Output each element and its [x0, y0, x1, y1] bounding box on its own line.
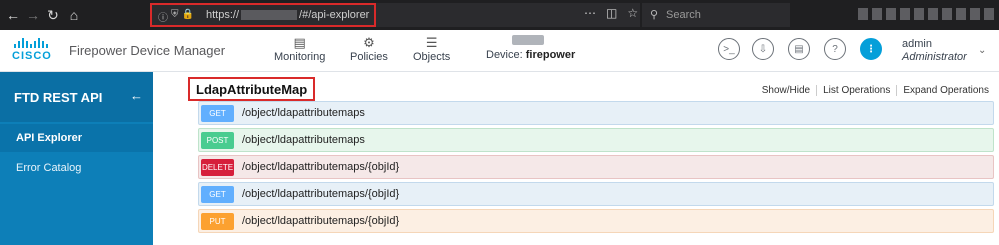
user-role: Administrator	[902, 51, 967, 63]
device-selector[interactable]: Device: firepower	[486, 35, 575, 61]
browser-toolbar: ← → ↻ ⌂ ⓘ ⛨ 🔒 https:///#/api-explorer ⋯ …	[0, 0, 999, 30]
nav-objects[interactable]: ☰ Objects	[413, 35, 450, 63]
device-icon	[512, 35, 544, 45]
operation-row[interactable]: DELETE /object/ldapattributemaps/{objId}	[198, 155, 994, 179]
info-icon[interactable]: ⓘ	[158, 9, 168, 24]
nav-monitoring[interactable]: ▤ Monitoring	[274, 35, 325, 63]
operation-row[interactable]: GET /object/ldapattributemaps/{objId}	[198, 182, 994, 206]
forward-icon[interactable]: →	[24, 6, 42, 24]
url-text: https:///#/api-explorer	[206, 9, 370, 21]
redacted-toolbar-icons	[858, 8, 994, 20]
app-title: Firepower Device Manager	[69, 43, 226, 58]
monitoring-icon: ▤	[293, 35, 306, 50]
operation-row[interactable]: POST /object/ldapattributemaps	[198, 128, 994, 152]
reload-icon[interactable]: ↻	[44, 6, 62, 24]
sidebar-item-error-catalog[interactable]: Error Catalog	[0, 154, 153, 182]
user-menu[interactable]: admin Administrator	[902, 38, 967, 64]
show-hide-link[interactable]: Show/Hide	[756, 85, 818, 96]
main-content: LdapAttributeMap Show/Hide List Operatio…	[153, 72, 999, 245]
shield-icon[interactable]: ⛨	[171, 9, 179, 24]
method-badge: GET	[201, 104, 234, 122]
more-icon[interactable]: ⋯	[584, 6, 596, 20]
redacted-host	[241, 10, 298, 21]
operation-path: /object/ldapattributemaps	[242, 134, 365, 146]
nav-policies[interactable]: ⚙ Policies	[350, 35, 388, 63]
browser-search-field[interactable]: ⚲ Search	[642, 3, 790, 27]
method-badge: POST	[201, 131, 234, 149]
app-header: CISCO Firepower Device Manager ▤ Monitor…	[0, 30, 999, 72]
sidebar-item-api-explorer[interactable]: API Explorer	[0, 124, 153, 152]
sidebar-title: FTD REST API	[14, 90, 103, 105]
expand-operations-link[interactable]: Expand Operations	[897, 85, 989, 96]
list-operations-link[interactable]: List Operations	[817, 85, 898, 96]
method-badge: DELETE	[201, 158, 234, 176]
objects-icon: ☰	[425, 35, 438, 50]
user-name: admin	[902, 38, 932, 50]
search-placeholder: Search	[666, 9, 701, 21]
operation-row[interactable]: PUT /object/ldapattributemaps/{objId}	[198, 209, 994, 233]
pocket-icon[interactable]: ◫	[606, 6, 617, 20]
operation-path: /object/ldapattributemaps/{objId}	[242, 188, 400, 200]
home-icon[interactable]: ⌂	[65, 6, 83, 24]
sidebar: FTD REST API ← API Explorer Error Catalo…	[0, 72, 153, 245]
method-badge: PUT	[201, 212, 234, 230]
star-icon[interactable]: ☆	[627, 6, 638, 20]
back-icon[interactable]: ←	[4, 6, 22, 24]
url-bar[interactable]: ⓘ ⛨ 🔒 https:///#/api-explorer	[150, 3, 376, 27]
operation-links: Show/Hide List Operations Expand Operati…	[756, 85, 989, 96]
operation-path: /object/ldapattributemaps/{objId}	[242, 215, 400, 227]
operation-path: /object/ldapattributemaps/{objId}	[242, 161, 400, 173]
operation-path: /object/ldapattributemaps	[242, 107, 365, 119]
resource-title[interactable]: LdapAttributeMap	[188, 77, 316, 101]
lock-icon: 🔒	[181, 9, 194, 20]
help-icon[interactable]: ?	[824, 38, 846, 60]
method-badge: GET	[201, 185, 234, 203]
collapse-arrow-icon[interactable]: ←	[130, 88, 143, 103]
deploy-icon[interactable]: ⇩	[752, 38, 774, 60]
search-icon: ⚲	[650, 9, 659, 21]
chevron-down-icon[interactable]: ⌄	[978, 45, 986, 56]
terminal-icon[interactable]: >_	[718, 38, 740, 60]
cisco-logo: CISCO	[12, 38, 58, 64]
policies-icon: ⚙	[363, 35, 375, 50]
sidebar-header: FTD REST API ←	[0, 72, 153, 122]
operation-row[interactable]: GET /object/ldapattributemaps	[198, 101, 994, 125]
more-options-icon[interactable]: ⋮	[860, 38, 882, 60]
tasks-icon[interactable]: ▤	[788, 38, 810, 60]
